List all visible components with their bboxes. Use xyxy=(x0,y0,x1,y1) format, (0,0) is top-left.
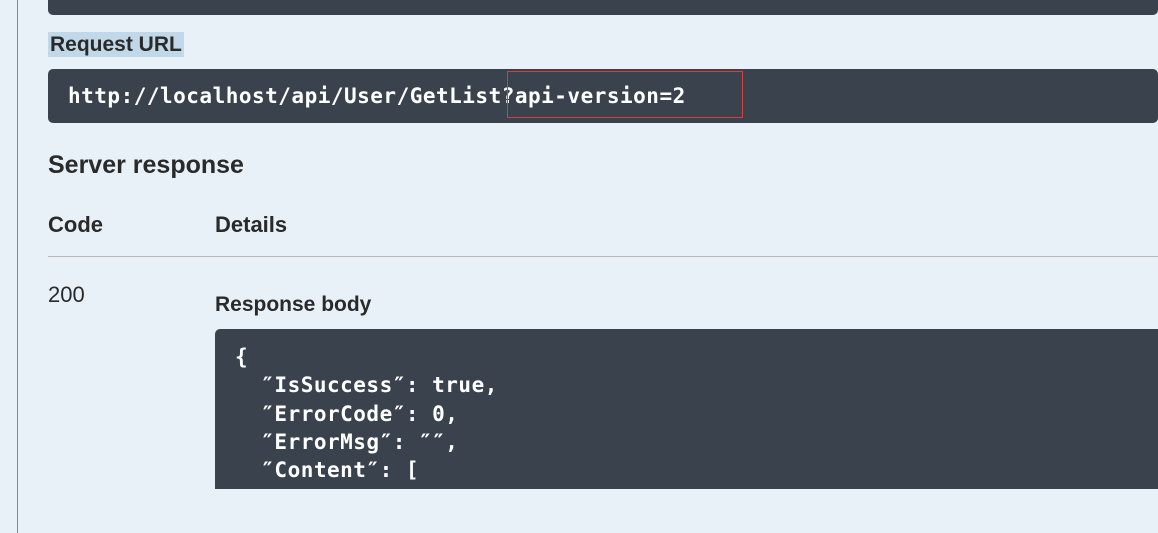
column-header-code: Code xyxy=(48,212,215,238)
response-details-area: Response body { ″IsSuccess″: true, ″Erro… xyxy=(215,279,1158,489)
request-url-box[interactable]: http://localhost/api/User/GetList?api-ve… xyxy=(48,69,1158,123)
left-window-border xyxy=(0,0,18,533)
response-panel: Request URL http://localhost/api/User/Ge… xyxy=(48,15,1158,489)
response-body-heading: Response body xyxy=(215,293,1158,317)
response-row: 200 Response body { ″IsSuccess″: true, ″… xyxy=(48,279,1158,489)
column-header-details: Details xyxy=(215,212,287,238)
request-url-heading: Request URL xyxy=(48,33,1158,57)
top-panel-edge xyxy=(48,0,1158,15)
server-response-heading: Server response xyxy=(48,151,1158,180)
request-url-heading-text: Request URL xyxy=(48,32,184,57)
response-table-header: Code Details xyxy=(48,212,1158,257)
response-body-code[interactable]: { ″IsSuccess″: true, ″ErrorCode″: 0, ″Er… xyxy=(215,329,1158,489)
request-url-value: http://localhost/api/User/GetList?api-ve… xyxy=(68,84,686,108)
status-code-value: 200 xyxy=(48,279,215,489)
